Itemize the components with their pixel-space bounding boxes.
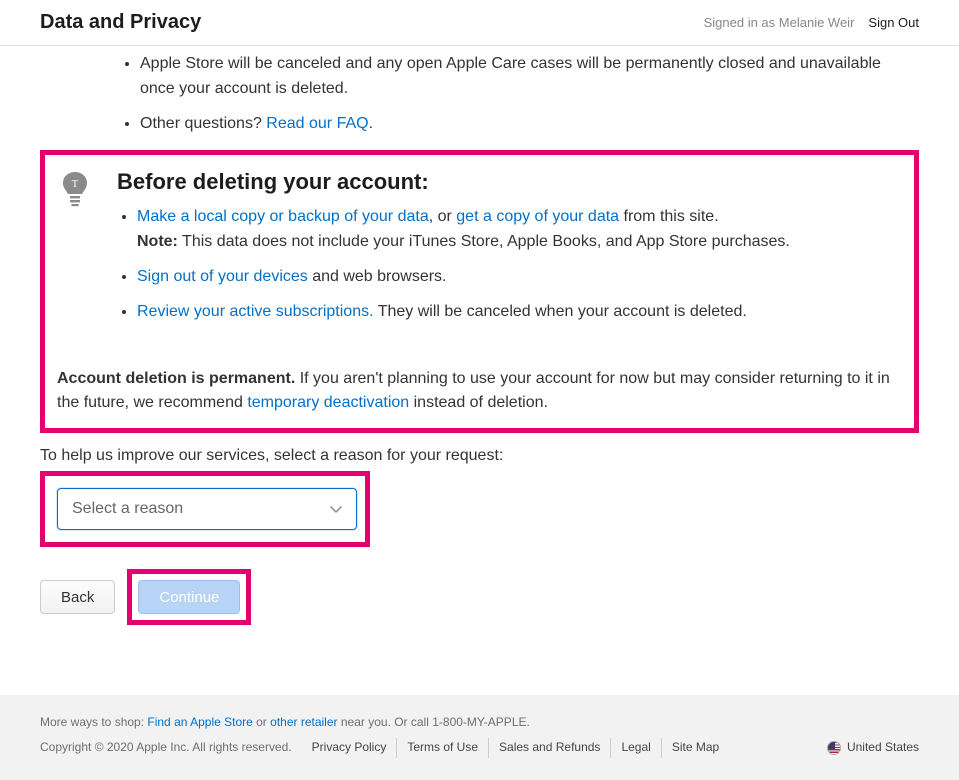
tip-icon: T — [55, 169, 95, 214]
help-text: To help us improve our services, select … — [40, 447, 919, 465]
txt: instead of deletion. — [409, 394, 548, 411]
header-right: Signed in as Melanie Weir Sign Out — [704, 15, 919, 30]
footer-links: Privacy Policy Terms of Use Sales and Re… — [302, 738, 730, 757]
before-body: Before deleting your account: Make a loc… — [117, 169, 790, 334]
legal-link[interactable]: Legal — [611, 738, 661, 757]
highlight-continue: Continue — [127, 569, 251, 625]
list-item: Apple Store will be canceled and any ope… — [140, 52, 919, 102]
before-heading: Before deleting your account: — [117, 169, 790, 195]
header: Data and Privacy Signed in as Melanie We… — [0, 0, 959, 46]
svg-text:T: T — [72, 178, 79, 190]
signed-in-name: Melanie Weir — [779, 15, 855, 30]
list-item: Sign out of your devices and web browser… — [137, 265, 790, 290]
temporary-deactivation-link[interactable]: temporary deactivation — [247, 394, 409, 411]
faq-prefix: Other questions? — [140, 115, 266, 132]
txt: They will be canceled when your account … — [374, 303, 747, 320]
before-section: T Before deleting your account: Make a l… — [55, 169, 904, 334]
footer-row1: More ways to shop: Find an Apple Store o… — [40, 713, 919, 732]
backup-link[interactable]: Make a local copy or backup of your data — [137, 208, 429, 225]
review-subs-link[interactable]: Review your active subscriptions. — [137, 303, 374, 320]
faq-link[interactable]: Read our FAQ — [266, 115, 368, 132]
list-item: Other questions? Read our FAQ. — [140, 112, 919, 137]
copyright: Copyright © 2020 Apple Inc. All rights r… — [40, 738, 292, 757]
buttons-row: Back Continue — [40, 569, 919, 625]
before-list: Make a local copy or backup of your data… — [117, 205, 790, 324]
footer: More ways to shop: Find an Apple Store o… — [0, 695, 959, 779]
find-store-link[interactable]: Find an Apple Store — [147, 715, 252, 729]
txt: or — [253, 715, 270, 729]
note-text: This data does not include your iTunes S… — [178, 233, 790, 250]
txt: near you. Or call 1-800-MY-APPLE. — [338, 715, 530, 729]
getcopy-link[interactable]: get a copy of your data — [456, 208, 619, 225]
privacy-policy-link[interactable]: Privacy Policy — [302, 738, 398, 757]
sign-out-link[interactable]: Sign Out — [868, 15, 919, 30]
select-placeholder: Select a reason — [72, 500, 183, 518]
highlight-before-deleting: T Before deleting your account: Make a l… — [40, 150, 919, 433]
txt: , or — [429, 208, 457, 225]
back-button[interactable]: Back — [40, 580, 115, 614]
txt: and web browsers. — [308, 268, 447, 285]
site-map-link[interactable]: Site Map — [662, 738, 729, 757]
region-selector[interactable]: United States — [827, 738, 919, 757]
page-title: Data and Privacy — [40, 11, 201, 34]
reason-select[interactable]: Select a reason — [57, 488, 357, 530]
faq-suffix: . — [369, 115, 373, 132]
chevron-down-icon — [330, 502, 342, 517]
list-item: Make a local copy or backup of your data… — [137, 205, 790, 255]
txt: More ways to shop: — [40, 715, 147, 729]
lightbulb-icon: T — [62, 171, 88, 209]
signed-in-label: Signed in as Melanie Weir — [704, 15, 855, 30]
other-retailer-link[interactable]: other retailer — [270, 715, 337, 729]
main-content: Apple Store will be canceled and any ope… — [0, 52, 959, 655]
terms-of-use-link[interactable]: Terms of Use — [397, 738, 489, 757]
highlight-select-reason: Select a reason — [40, 471, 370, 547]
permanent-paragraph: Account deletion is permanent. If you ar… — [55, 367, 904, 419]
region-label: United States — [847, 738, 919, 757]
footer-row2: Copyright © 2020 Apple Inc. All rights r… — [40, 738, 919, 757]
sales-refunds-link[interactable]: Sales and Refunds — [489, 738, 611, 757]
list-item: Review your active subscriptions. They w… — [137, 300, 790, 325]
intro-text-partial: Apple Store will be canceled and any ope… — [140, 55, 881, 97]
signed-in-prefix: Signed in as — [704, 15, 779, 30]
intro-list: Apple Store will be canceled and any ope… — [40, 52, 919, 136]
signout-devices-link[interactable]: Sign out of your devices — [137, 268, 308, 285]
note-label: Note: — [137, 233, 178, 250]
continue-button[interactable]: Continue — [138, 580, 240, 614]
txt: from this site. — [619, 208, 719, 225]
permanent-strong: Account deletion is permanent. — [57, 370, 295, 387]
us-flag-icon — [827, 741, 841, 755]
